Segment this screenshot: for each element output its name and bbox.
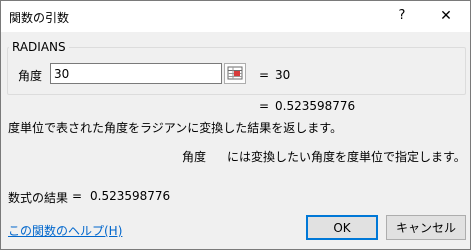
help-icon[interactable]: ? [389, 5, 415, 27]
argument-help-name: 角度 [182, 150, 207, 164]
window-title: 関数の引数 [9, 11, 70, 25]
cancel-button[interactable]: キャンセル [386, 215, 466, 240]
ok-button[interactable]: OK [306, 215, 378, 240]
function-arguments-dialog: 関数の引数 ? ✕ RADIANS 角度 = 30 = 0.523598776 … [0, 0, 471, 250]
formula-result-value: 0.523598776 [90, 189, 171, 203]
argument-help-text: には変換したい角度を度単位で指定します。 [227, 150, 466, 164]
function-description: 度単位で表された角度をラジアンに変換した結果を返します。 [8, 121, 343, 135]
argument-equals: = [259, 68, 270, 82]
function-name: RADIANS [9, 40, 69, 54]
argument-label: 角度 [18, 69, 43, 83]
formula-result-label: 数式の結果 [8, 191, 69, 205]
function-help-link[interactable]: この関数のヘルプ(H) [8, 222, 122, 239]
result-preview-value: 0.523598776 [275, 99, 356, 113]
angle-input[interactable] [50, 63, 222, 84]
collapse-dialog-icon[interactable] [224, 63, 246, 84]
result-preview-equals: = [259, 99, 270, 113]
argument-evaluated-value: 30 [275, 68, 291, 82]
close-icon[interactable]: ✕ [433, 5, 459, 27]
formula-result-equals: = [72, 189, 83, 203]
title-bar[interactable]: 関数の引数 ? ✕ [1, 1, 470, 32]
